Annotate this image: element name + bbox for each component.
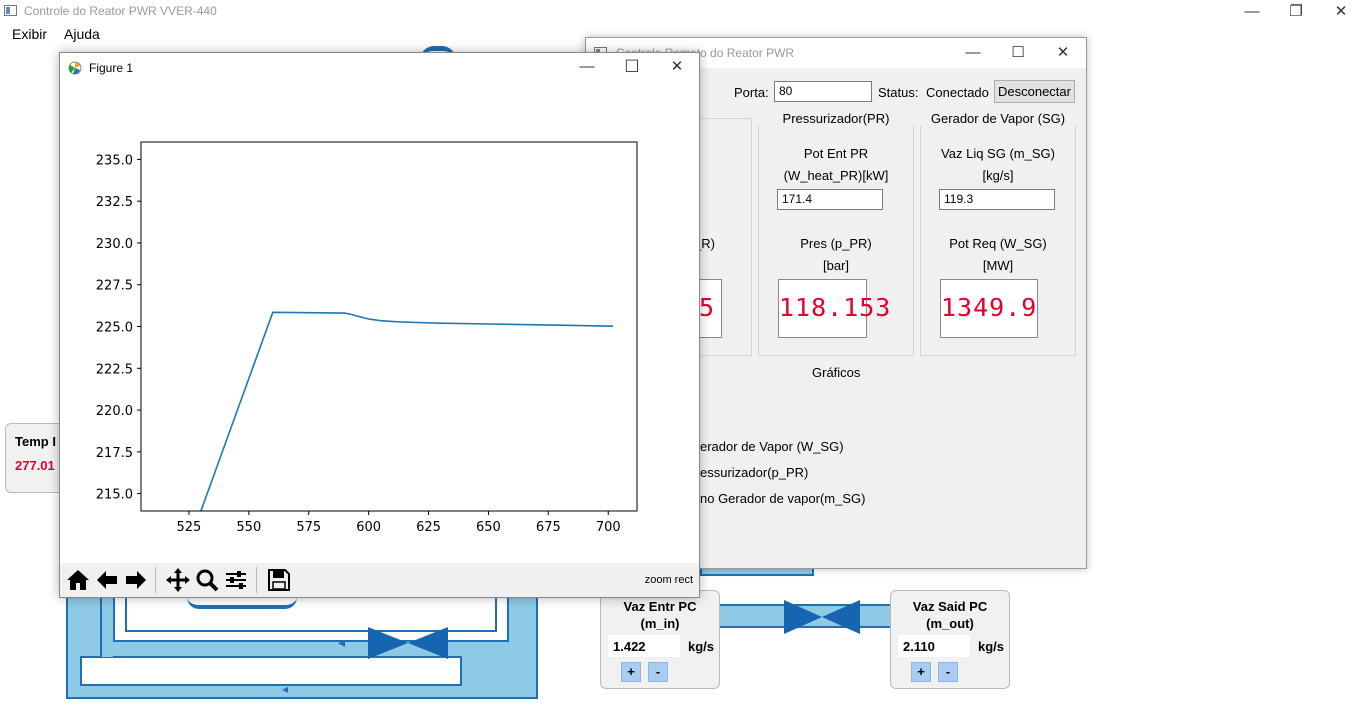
disconnect-button[interactable]: Desconectar	[994, 80, 1075, 103]
pr-pressure-display: 118.153	[778, 279, 890, 338]
y-tick-label: 225.0	[96, 321, 133, 336]
pr-pressure-unit: [bar]	[822, 258, 849, 273]
y-tick-label: 220.0	[96, 404, 133, 419]
vessel-bottom-arc	[187, 597, 297, 609]
temp-label: Temp I	[15, 434, 56, 449]
y-tick-label: 227.5	[96, 279, 133, 294]
menu-exibir[interactable]: Exibir	[12, 26, 47, 42]
x-tick-label: 575	[296, 520, 321, 535]
sg-power-unit: [MW]	[982, 258, 1014, 273]
figure-toolbar: zoom rect	[60, 563, 699, 597]
graph-option-sg-power[interactable]: erador de Vapor (W_SG)	[700, 439, 844, 454]
figure-title: Figure 1	[89, 61, 134, 75]
vaz-entr-minus-button[interactable]: -	[648, 662, 668, 682]
pressurizer-group-title: Pressurizador(PR)	[758, 111, 914, 126]
y-tick-label: 217.5	[96, 446, 133, 461]
vaz-said-minus-button[interactable]: -	[938, 662, 958, 682]
graph-option-pr-pressure[interactable]: essurizador(p_PR)	[700, 465, 808, 480]
main-close-button[interactable]: ✕	[1318, 0, 1364, 24]
remote-maximize-button[interactable]: ☐	[995, 41, 1041, 65]
remote-close-button[interactable]: ✕	[1040, 41, 1086, 65]
vaz-said-panel: Vaz Said PC (m_out) 2.110 kg/s + -	[890, 590, 1010, 689]
temp-value: 277.01	[15, 458, 55, 473]
vaz-entr-subtitle: (m_in)	[640, 616, 680, 631]
toolbar-status: zoom rect	[644, 574, 693, 586]
plot-canvas[interactable]: 525 550 575 600 625 650 675 700 215.0 217.5 220.0 2…	[60, 83, 699, 561]
home-icon[interactable]	[64, 566, 92, 594]
pr-power-label: Pot Ent PR	[803, 146, 869, 161]
sg-power-display: 1349.9	[940, 279, 1038, 338]
vaz-entr-title: Vaz Entr PC	[623, 599, 697, 614]
figure-close-button[interactable]: ✕	[654, 55, 700, 79]
x-tick-label: 650	[476, 520, 501, 535]
vaz-said-title: Vaz Said PC	[912, 599, 988, 614]
main-titlebar: Controle do Reator PWR VVER-440 — ❐ ✕	[0, 0, 1366, 24]
x-tick-label: 550	[236, 520, 261, 535]
main-restore-button[interactable]: ❐	[1273, 0, 1319, 24]
sg-flow-label: Vaz Liq SG (m_SG)	[941, 146, 1055, 161]
vaz-entr-input[interactable]: 1.422	[608, 635, 680, 657]
vaz-said-unit: kg/s	[978, 639, 1005, 654]
figure-window: Figure 1 — ☐ ✕ 525 550 575 600 625 650 675 700 2…	[59, 52, 700, 598]
main-window-title: Controle do Reator PWR VVER-440	[24, 4, 217, 18]
figure-minimize-button[interactable]: —	[564, 55, 610, 79]
back-icon[interactable]	[93, 566, 121, 594]
graphs-title: Gráficos	[812, 365, 861, 380]
port-input[interactable]: 80	[774, 81, 872, 102]
matplotlib-icon	[68, 61, 82, 75]
zoom-icon[interactable]	[193, 566, 221, 594]
status-label: Status:	[878, 85, 919, 100]
steam-generator-group-title: Gerador de Vapor (SG)	[920, 111, 1076, 126]
pan-icon[interactable]	[164, 566, 192, 594]
sg-flow-input[interactable]: 119.3	[939, 189, 1055, 210]
axes-frame	[140, 141, 638, 512]
figure-maximize-button[interactable]: ☐	[609, 55, 655, 79]
vaz-said-subtitle: (m_out)	[926, 616, 974, 631]
x-tick-label: 600	[356, 520, 381, 535]
x-tick-label: 625	[416, 520, 441, 535]
vaz-said-plus-button[interactable]: +	[911, 662, 931, 682]
flow-arrow-icon: ◂	[282, 682, 289, 696]
x-tick-label: 700	[596, 520, 621, 535]
pr-power-input[interactable]: 171.4	[777, 189, 883, 210]
port-label: Porta:	[734, 85, 769, 100]
pr-pressure-label: Pres (p_PR)	[800, 236, 872, 251]
vaz-entr-panel: Vaz Entr PC (m_in) 1.422 kg/s + -	[600, 590, 720, 689]
x-tick-label: 525	[177, 520, 202, 535]
sg-flow-unit: [kg/s]	[982, 168, 1014, 183]
y-tick-label: 232.5	[96, 195, 133, 210]
main-minimize-button[interactable]: —	[1229, 0, 1275, 24]
pr-power-label-unit: (W_heat_PR)[kW]	[783, 168, 889, 183]
remote-minimize-button[interactable]: —	[950, 41, 996, 65]
configure-icon[interactable]	[222, 566, 250, 594]
save-icon[interactable]	[265, 566, 293, 594]
loop-valve-icon[interactable]	[360, 622, 460, 664]
y-tick-label: 222.5	[96, 362, 133, 377]
vaz-entr-plus-button[interactable]: +	[621, 662, 641, 682]
menu-ajuda[interactable]: Ajuda	[64, 26, 100, 42]
app-icon	[4, 5, 17, 16]
inner-left-pipe	[100, 590, 113, 657]
y-tick-label: 215.0	[96, 488, 133, 503]
outlet-valve-icon[interactable]	[780, 597, 864, 637]
toolbar-separator	[155, 567, 156, 593]
x-tick-label: 675	[536, 520, 561, 535]
y-tick-label: 235.0	[96, 153, 133, 168]
flow-arrow-icon: ◂	[338, 634, 346, 650]
forward-icon[interactable]	[122, 566, 150, 594]
graph-option-sg-flow[interactable]: no Gerador de vapor(m_SG)	[700, 491, 865, 506]
sg-power-label: Pot Req (W_SG)	[949, 236, 1047, 251]
vaz-entr-unit: kg/s	[688, 639, 715, 654]
y-tick-label: 230.0	[96, 237, 133, 252]
vaz-said-input[interactable]: 2.110	[898, 635, 970, 657]
toolbar-separator	[256, 567, 257, 593]
status-value: Conectado	[926, 85, 989, 100]
